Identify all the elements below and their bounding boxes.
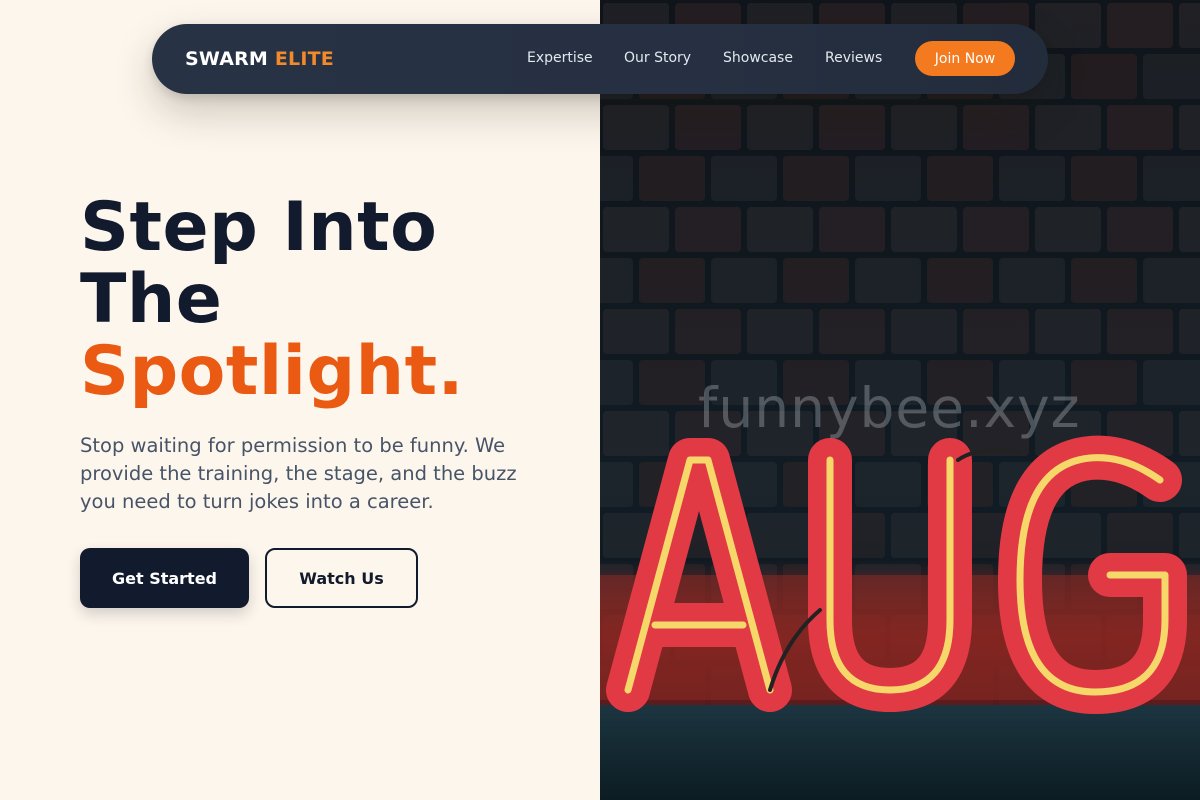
watch-us-button[interactable]: Watch Us [265, 548, 418, 608]
hero-subtitle: Stop waiting for permission to be funny.… [80, 434, 517, 513]
nav-link-reviews[interactable]: Reviews [825, 50, 882, 66]
hero-title-accent: Spotlight. [80, 332, 464, 411]
nav-link-showcase[interactable]: Showcase [723, 50, 793, 66]
brand-logo[interactable]: SWARM ELITE [185, 48, 334, 70]
join-now-button[interactable]: Join Now [915, 41, 1015, 76]
hero-title: Step Into The Spotlight. [80, 192, 560, 408]
brand-accent: ELITE [274, 48, 334, 70]
hero-title-line-1: Step Into [80, 188, 438, 267]
hero-title-line-2: The [80, 260, 223, 339]
brand-name: SWARM [185, 48, 269, 70]
watermark-text: funnybee.xyz [698, 376, 1081, 440]
get-started-button[interactable]: Get Started [80, 548, 249, 608]
nav-link-expertise[interactable]: Expertise [527, 50, 593, 66]
top-navbar: SWARM ELITE Expertise Our Story Showcase… [152, 24, 1048, 94]
nav-link-our-story[interactable]: Our Story [624, 50, 691, 66]
